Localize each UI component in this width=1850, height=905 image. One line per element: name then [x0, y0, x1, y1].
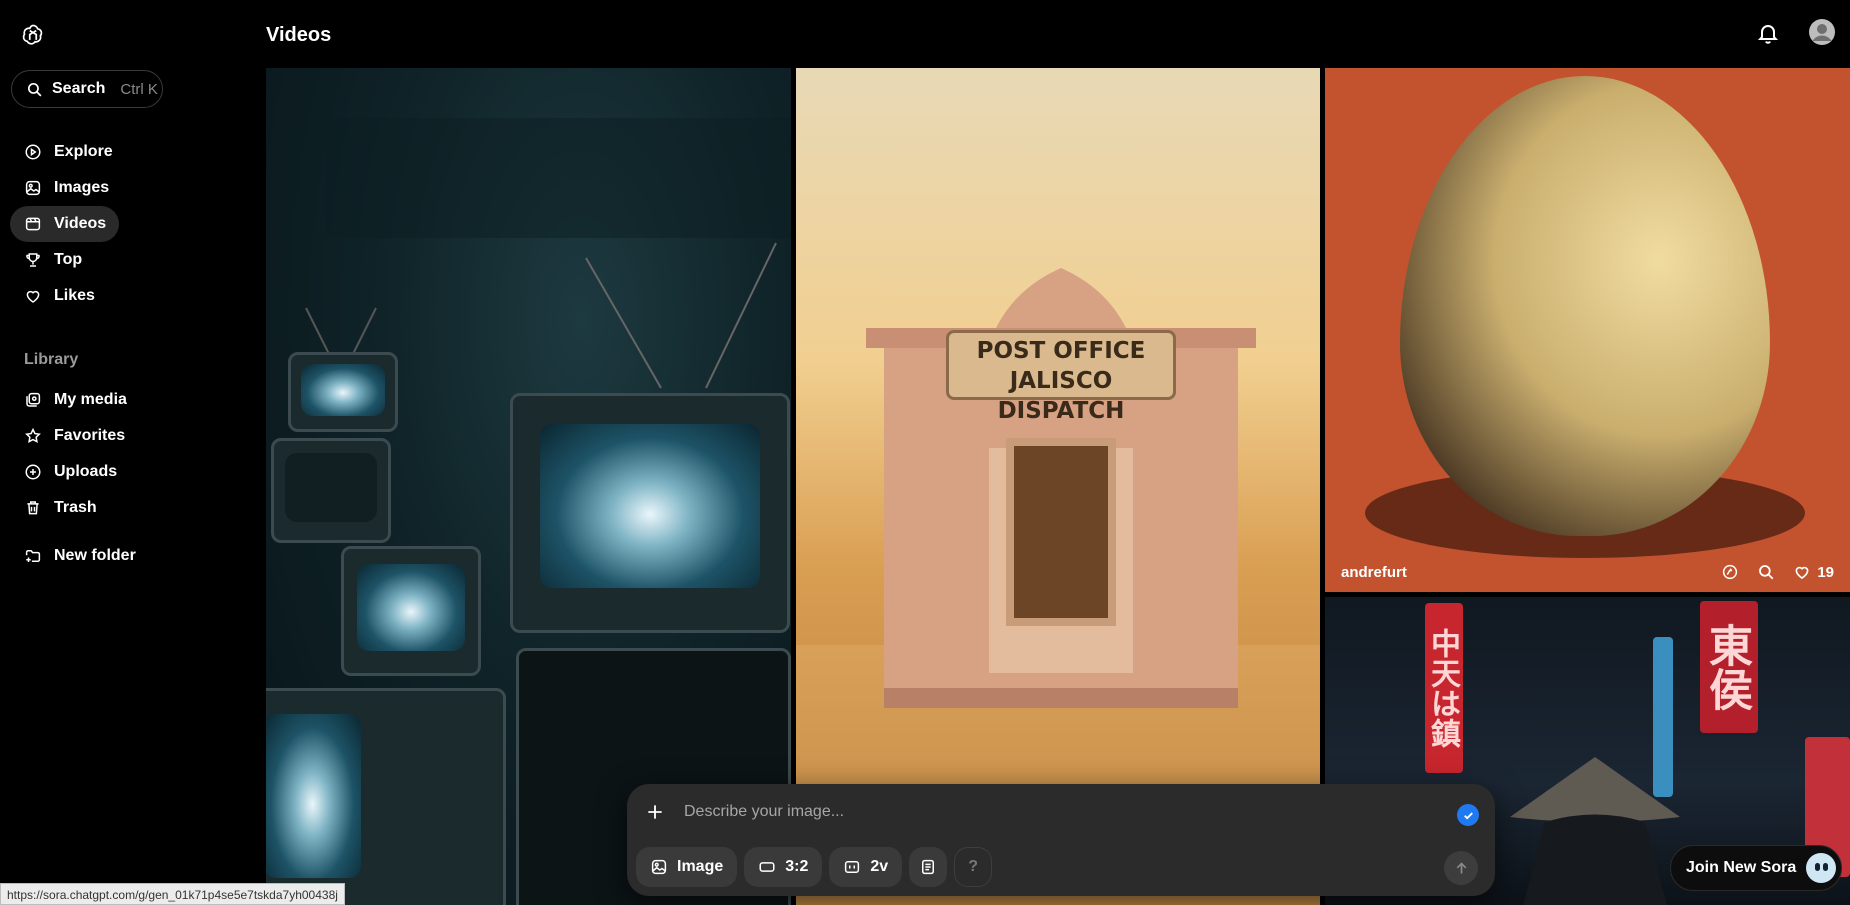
new-folder-label: New folder: [54, 547, 136, 564]
composer-options: Image 3:2 2v ?: [636, 847, 993, 887]
sidebar-item-top[interactable]: Top: [10, 242, 250, 278]
search-button[interactable]: Search Ctrl K: [11, 70, 163, 108]
new-folder-button[interactable]: New folder: [10, 538, 250, 574]
tv-set: [266, 688, 506, 905]
sidebar-item-label: Favorites: [54, 427, 126, 444]
folder-nav: New folder: [10, 538, 250, 574]
tv-set: [341, 546, 481, 676]
images-icon: [25, 180, 41, 196]
prompt-composer: Image 3:2 2v ?: [627, 784, 1495, 896]
trophy-icon: [26, 253, 40, 267]
search-shortcut: Ctrl K: [120, 80, 158, 98]
aspect-ratio-button[interactable]: 3:2: [744, 847, 823, 887]
sidebar-item-favorites[interactable]: Favorites: [10, 418, 250, 454]
video-tile-tvs[interactable]: [266, 68, 791, 905]
wooden-door: [1006, 438, 1116, 626]
profile-avatar-icon[interactable]: [1808, 18, 1836, 46]
sidebar-item-uploads[interactable]: Uploads: [10, 454, 250, 490]
heart-icon: [26, 290, 40, 303]
tv-set: [288, 352, 398, 432]
remix-icon[interactable]: [1721, 563, 1739, 581]
sidebar-item-videos[interactable]: Videos: [10, 206, 119, 242]
sidebar-item-explore[interactable]: Explore: [10, 134, 250, 170]
document-icon: [922, 859, 935, 875]
arrow-up-icon: [1456, 861, 1466, 873]
sidebar: Search Ctrl K Explore Images Videos Top: [0, 0, 266, 905]
sora-mascot-icon: [1806, 853, 1837, 883]
check-icon: [1463, 811, 1473, 820]
sidebar-item-images[interactable]: Images: [10, 170, 250, 206]
egg-face: [1400, 76, 1770, 536]
upload-icon: [25, 464, 41, 480]
tv-set: [271, 438, 391, 543]
folder-plus-icon: [25, 550, 41, 562]
neon-sign-left: 中天は鎮: [1425, 603, 1463, 773]
sidebar-item-label: Likes: [54, 287, 95, 304]
tile-actions: 19: [1721, 563, 1834, 581]
sidebar-item-label: Top: [54, 251, 83, 268]
join-label: Join New Sora: [1686, 859, 1797, 876]
search-icon: [27, 82, 42, 96]
sidebar-item-label: My media: [54, 391, 127, 408]
media-type-button[interactable]: Image: [636, 847, 738, 887]
sidebar-item-label: Uploads: [54, 463, 118, 480]
library-nav: My media Favorites Uploads Trash: [10, 382, 250, 526]
sidebar-item-my-media[interactable]: My media: [10, 382, 250, 418]
aspect-ratio-icon: [759, 862, 775, 872]
tile-info-bar: andrefurt 19: [1325, 552, 1850, 592]
like-button[interactable]: 19: [1793, 563, 1834, 581]
search-icon[interactable]: [1757, 563, 1775, 581]
notification-bell-icon[interactable]: [1756, 20, 1780, 46]
media-icon: [26, 392, 41, 407]
prompt-input[interactable]: [684, 797, 1404, 827]
help-button[interactable]: ?: [954, 847, 993, 887]
video-tile-post-office[interactable]: POST OFFICE JALISCO DISPATCH: [796, 68, 1320, 905]
help-label: ?: [968, 858, 979, 875]
check-badge[interactable]: [1457, 804, 1479, 826]
sidebar-item-label: Explore: [54, 143, 113, 160]
send-button[interactable]: [1444, 851, 1478, 885]
main-nav: Explore Images Videos Top Likes: [10, 134, 250, 314]
page-title: Videos: [266, 24, 332, 46]
presets-button[interactable]: [909, 847, 948, 887]
sidebar-item-label: Images: [54, 179, 110, 196]
like-count: 19: [1817, 563, 1834, 581]
status-bar-url: https://sora.chatgpt.com/g/gen_01k71p4se…: [0, 883, 345, 905]
sidebar-item-likes[interactable]: Likes: [10, 278, 250, 314]
post-office-sign: POST OFFICE JALISCO DISPATCH: [946, 330, 1176, 424]
variations-button[interactable]: 2v: [829, 847, 903, 887]
videos-icon: [25, 217, 41, 231]
tv-set: [510, 393, 790, 633]
image-icon: [651, 859, 667, 875]
library-heading: Library: [24, 351, 79, 368]
join-new-sora-button[interactable]: Join New Sora: [1670, 845, 1842, 891]
search-label: Search: [52, 80, 106, 97]
trash-icon: [27, 501, 39, 515]
variations-icon: [845, 861, 860, 873]
sidebar-item-label: Trash: [54, 499, 97, 516]
media-type-label: Image: [677, 858, 724, 875]
aspect-ratio-label: 3:2: [785, 858, 809, 875]
star-icon: [25, 427, 41, 443]
heart-icon: [1795, 566, 1809, 579]
openai-logo-icon[interactable]: [20, 22, 46, 48]
explore-icon: [25, 144, 41, 160]
add-attachment-icon[interactable]: [645, 802, 665, 822]
person-with-hat: [1510, 757, 1680, 905]
video-tile-egg[interactable]: andrefurt 19: [1325, 68, 1850, 592]
sign-line-1: POST OFFICE: [976, 338, 1146, 364]
sora-app: Search Ctrl K Explore Images Videos Top: [0, 0, 1850, 905]
sidebar-item-trash[interactable]: Trash: [10, 490, 250, 526]
author-name[interactable]: andrefurt: [1341, 564, 1407, 581]
neon-sign-right: 東侯: [1700, 601, 1758, 733]
variations-label: 2v: [870, 858, 889, 875]
sidebar-item-label: Videos: [54, 215, 107, 232]
sign-line-2: JALISCO DISPATCH: [997, 368, 1125, 424]
